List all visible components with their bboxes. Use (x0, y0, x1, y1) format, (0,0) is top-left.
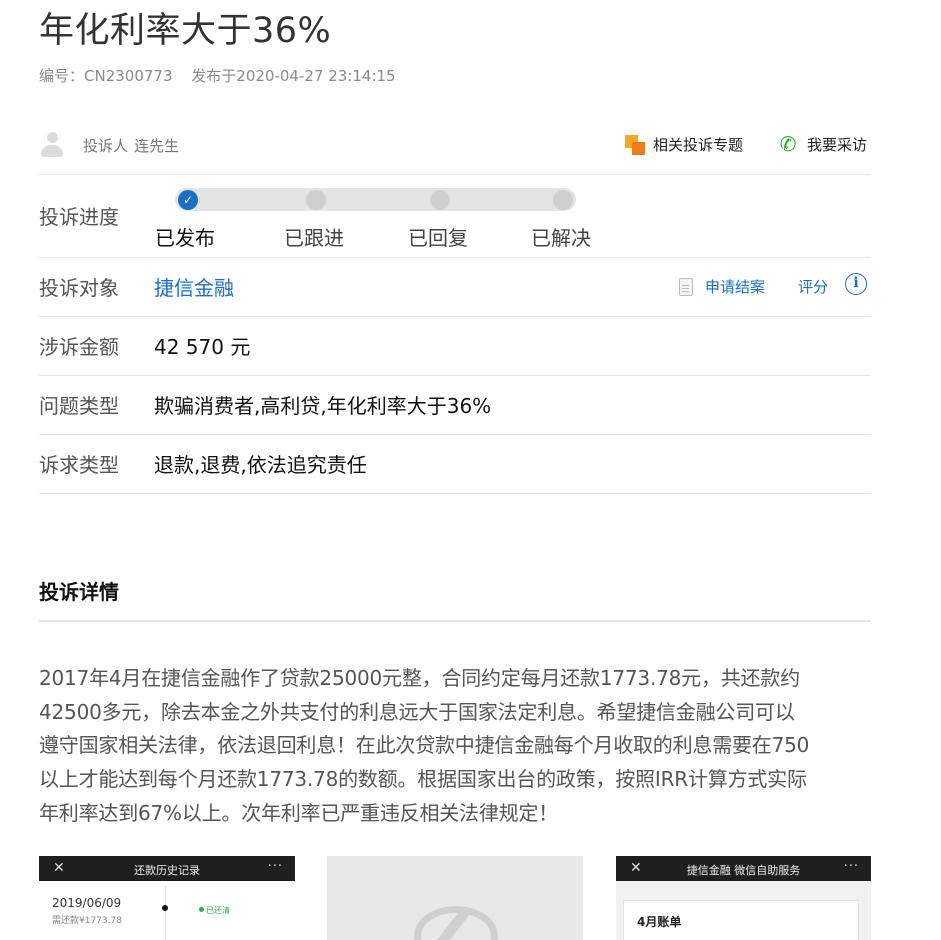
complainant-row: 投诉人 连先生 相关投诉专题 ✆ 我要采访 (39, 127, 871, 175)
target-label: 投诉对象 (39, 276, 119, 300)
target-company-link[interactable]: 捷信金融 (154, 272, 234, 301)
details-divider (39, 620, 871, 622)
document-icon (679, 277, 693, 296)
target-row: 投诉对象 捷信金融 申请结案 评分 i (39, 258, 871, 317)
apply-close-button[interactable]: 申请结案 (679, 276, 765, 297)
details-line: 遵守国家相关法律，依法退回利息！在此次贷款中捷信金融每个月收取的利息需要在750 (39, 733, 810, 758)
more-icon: ··· (843, 859, 859, 874)
amount-value: 42 570 元 (154, 335, 251, 359)
related-topic-label: 相关投诉专题 (653, 136, 744, 154)
details-line: 年利率达到67%以上。次年利率已严重违反相关法律规定！ (39, 800, 559, 825)
claim-type-row: 诉求类型 退款,退费,依法追究责任 (39, 435, 871, 494)
attachment-3-title: 捷信金融 微信自助服务 (686, 864, 801, 877)
publish-time: 发布于2020-04-27 23:14:15 (191, 67, 396, 85)
progress-label: 投诉进度 (39, 205, 119, 229)
attachment-image-1[interactable]: ✕ 还款历史记录 ··· 2019/06/09 需还款¥1773.78 已还清 (39, 856, 295, 940)
step-followed-label: 已跟进 (284, 226, 344, 250)
timeline-line (165, 886, 166, 940)
details-heading: 投诉详情 (39, 580, 119, 604)
complaint-title: 年化利率大于36% (39, 11, 332, 51)
progress-track (175, 188, 576, 211)
details-line: 42500多元，除去本金之外共支付的利息远大于国家法定利息。希望捷信金融公司可以 (39, 699, 795, 724)
attachment-image-3[interactable]: ✕ 捷信金融 微信自助服务 ··· 4月账单 (616, 856, 871, 940)
more-icon: ··· (267, 859, 283, 874)
avatar-icon (41, 132, 63, 158)
issue-type-label: 问题类型 (39, 394, 119, 418)
complainant-name: 连先生 (134, 137, 180, 155)
amount-row: 涉诉金额 42 570 元 (39, 317, 871, 376)
topic-icon (625, 134, 645, 155)
step-published-label: 已发布 (155, 226, 215, 250)
info-icon[interactable]: i (845, 273, 867, 295)
progress-row: 投诉进度 ✓ 已发布 已跟进 已回复 已解决 (39, 176, 871, 258)
repayment-date: 2019/06/09 (52, 896, 122, 910)
complainant: 投诉人 连先生 (83, 135, 179, 156)
related-topic-link[interactable]: 相关投诉专题 (625, 134, 743, 155)
bill-card-title: 4月账单 (637, 915, 682, 929)
amount-label: 涉诉金额 (39, 335, 119, 359)
rate-button[interactable]: 评分 (798, 276, 828, 297)
step-followed-dot (306, 190, 326, 210)
complaint-number: 编号：CN2300773 (39, 67, 173, 85)
step-replied-label: 已回复 (408, 226, 468, 250)
claim-type-label: 诉求类型 (39, 453, 119, 477)
details-body: 2017年4月在捷信金融作了贷款25000元整，合同约定每月还款1773.78元… (39, 662, 873, 831)
step-resolved-dot (553, 190, 573, 210)
bill-card: 4月账单 (623, 900, 859, 940)
repayment-status: 已还清 (199, 905, 230, 916)
issue-type-row: 问题类型 欺骗消费者,高利贷,年化利率大于36% (39, 376, 871, 435)
attachment-3-titlebar: ✕ 捷信金融 微信自助服务 ··· (616, 856, 871, 881)
complainant-label: 投诉人 (83, 137, 129, 155)
repayment-due: 需还款¥1773.78 (52, 916, 122, 926)
details-line: 2017年4月在捷信金融作了贷款25000元整，合同约定每月还款1773.78元… (39, 666, 800, 690)
issue-type-value: 欺骗消费者,高利贷,年化利率大于36% (154, 394, 492, 418)
step-resolved-label: 已解决 (531, 226, 591, 250)
claim-type-value: 退款,退费,依法追究责任 (154, 453, 367, 477)
interview-label: 我要采访 (807, 135, 868, 154)
details-line: 以上才能达到每个月还款1773.78的数额。根据国家出台的政策，按照IRR计算方… (39, 767, 807, 792)
complaint-meta: 编号：CN2300773 发布于2020-04-27 23:14:15 (39, 65, 396, 86)
phone-icon: ✆ (779, 132, 797, 156)
apply-close-label: 申请结案 (705, 278, 766, 296)
attachment-1-titlebar: ✕ 还款历史记录 ··· (39, 856, 295, 881)
timeline-dot (162, 905, 168, 911)
attachment-image-2[interactable] (327, 856, 583, 940)
step-replied-dot (430, 190, 450, 210)
attachment-1-title: 还款历史记录 (134, 864, 200, 877)
step-published-check-icon: ✓ (178, 190, 198, 210)
interview-link[interactable]: ✆ 我要采访 (777, 133, 867, 155)
